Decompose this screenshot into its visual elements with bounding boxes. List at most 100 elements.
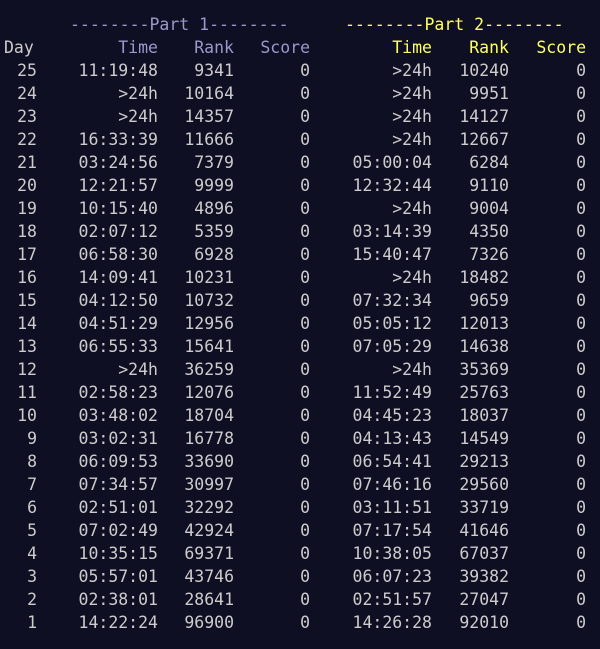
part2-time-cell: 05:00:04	[352, 153, 432, 172]
part1-rank-cell: 9999	[194, 176, 234, 195]
part2-score-cell: 0	[576, 429, 586, 448]
part1-rank-cell: 14357	[184, 107, 234, 126]
table-row: 4 10:35:15 69371 0 10:38:05 67037 0	[0, 542, 600, 565]
part2-score-cell: 0	[576, 130, 586, 149]
part1-rank-cell: 10231	[184, 268, 234, 287]
part2-score-cell: 0	[576, 84, 586, 103]
part2-time-cell: >24h	[392, 84, 432, 103]
part1-rank-header: Rank	[194, 38, 234, 57]
part1-score-cell: 0	[300, 429, 310, 448]
part1-rank-cell: 18704	[184, 406, 234, 425]
part1-time-cell: >24h	[118, 107, 158, 126]
part1-time-cell: 14:09:41	[78, 268, 158, 287]
table-row: 19 10:15:40 4896 0 >24h 9004 0	[0, 197, 600, 220]
part1-rank-cell: 10164	[184, 84, 234, 103]
part2-score-cell: 0	[576, 360, 586, 379]
day-cell: 8	[27, 452, 37, 471]
part1-rank-cell: 11666	[184, 130, 234, 149]
part2-time-cell: >24h	[392, 268, 432, 287]
part2-time-cell: 06:54:41	[352, 452, 432, 471]
day-cell: 24	[17, 84, 37, 103]
table-row: 8 06:09:53 33690 0 06:54:41 29213 0	[0, 450, 600, 473]
part2-rank-cell: 41646	[459, 521, 509, 540]
part2-rank-cell: 9951	[469, 84, 509, 103]
part2-rank-cell: 12013	[459, 314, 509, 333]
part1-time-cell: 11:19:48	[78, 61, 158, 80]
part1-score-cell: 0	[300, 199, 310, 218]
part1-time-cell: 03:02:31	[78, 429, 158, 448]
table-row: 14 04:51:29 12956 0 05:05:12 12013 0	[0, 312, 600, 335]
part2-score-cell: 0	[576, 337, 586, 356]
part2-time-cell: >24h	[392, 107, 432, 126]
day-cell: 2	[27, 590, 37, 609]
table-row: 12 >24h 36259 0 >24h 35369 0	[0, 358, 600, 381]
table-row: 13 06:55:33 15641 0 07:05:29 14638 0	[0, 335, 600, 358]
day-cell: 12	[17, 360, 37, 379]
table-row: 7 07:34:57 30997 0 07:46:16 29560 0	[0, 473, 600, 496]
part2-rank-cell: 29560	[459, 475, 509, 494]
day-cell: 13	[17, 337, 37, 356]
part1-score-cell: 0	[300, 291, 310, 310]
part1-rank-cell: 33690	[184, 452, 234, 471]
part1-score-header: Score	[260, 38, 310, 57]
table-row: 16 14:09:41 10231 0 >24h 18482 0	[0, 266, 600, 289]
part2-time-cell: 02:51:57	[352, 590, 432, 609]
part1-rank-cell: 32292	[184, 498, 234, 517]
part1-time-cell: 02:07:12	[78, 222, 158, 241]
part2-time-cell: 11:52:49	[352, 383, 432, 402]
part2-score-cell: 0	[576, 521, 586, 540]
part2-score-cell: 0	[576, 475, 586, 494]
part1-score-cell: 0	[300, 452, 310, 471]
table-row: 23 >24h 14357 0 >24h 14127 0	[0, 105, 600, 128]
part2-rank-header: Rank	[469, 38, 509, 57]
part2-score-cell: 0	[576, 544, 586, 563]
day-cell: 6	[27, 498, 37, 517]
day-cell: 5	[27, 521, 37, 540]
part1-score-cell: 0	[300, 130, 310, 149]
table-row: 10 03:48:02 18704 0 04:45:23 18037 0	[0, 404, 600, 427]
day-cell: 23	[17, 107, 37, 126]
part2-rank-cell: 9659	[469, 291, 509, 310]
day-cell: 3	[27, 567, 37, 586]
part2-rank-cell: 29213	[459, 452, 509, 471]
part2-rank-cell: 4350	[469, 222, 509, 241]
part2-score-cell: 0	[576, 153, 586, 172]
part1-score-cell: 0	[300, 360, 310, 379]
part2-header: --------Part 2--------	[345, 15, 564, 34]
part1-rank-cell: 43746	[184, 567, 234, 586]
part2-rank-cell: 14127	[459, 107, 509, 126]
part1-time-cell: 10:35:15	[78, 544, 158, 563]
part2-score-cell: 0	[576, 222, 586, 241]
part2-rank-cell: 18482	[459, 268, 509, 287]
part2-time-cell: 04:45:23	[352, 406, 432, 425]
part1-time-cell: 04:12:50	[78, 291, 158, 310]
part1-rank-cell: 36259	[184, 360, 234, 379]
day-cell: 7	[27, 475, 37, 494]
part1-rank-cell: 7379	[194, 153, 234, 172]
part1-score-cell: 0	[300, 406, 310, 425]
part1-time-cell: 02:58:23	[78, 383, 158, 402]
table-row: 21 03:24:56 7379 0 05:00:04 6284 0	[0, 151, 600, 174]
table-row: 25 11:19:48 9341 0 >24h 10240 0	[0, 59, 600, 82]
part2-time-cell: 06:07:23	[352, 567, 432, 586]
part1-rank-cell: 4896	[194, 199, 234, 218]
part2-rank-cell: 25763	[459, 383, 509, 402]
day-cell: 11	[17, 383, 37, 402]
part1-rank-cell: 6928	[194, 245, 234, 264]
part1-rank-cell: 69371	[184, 544, 234, 563]
part1-rank-cell: 28641	[184, 590, 234, 609]
day-cell: 4	[27, 544, 37, 563]
part1-score-cell: 0	[300, 475, 310, 494]
part2-time-cell: 12:32:44	[352, 176, 432, 195]
part1-rank-cell: 16778	[184, 429, 234, 448]
part2-score-cell: 0	[576, 268, 586, 287]
table-row: 2 02:38:01 28641 0 02:51:57 27047 0	[0, 588, 600, 611]
table-row: 17 06:58:30 6928 0 15:40:47 7326 0	[0, 243, 600, 266]
part1-score-cell: 0	[300, 153, 310, 172]
table-row: 6 02:51:01 32292 0 03:11:51 33719 0	[0, 496, 600, 519]
part1-rank-cell: 15641	[184, 337, 234, 356]
part2-time-cell: 07:46:16	[352, 475, 432, 494]
part2-score-cell: 0	[576, 383, 586, 402]
part1-time-cell: 05:57:01	[78, 567, 158, 586]
part1-rank-cell: 10732	[184, 291, 234, 310]
